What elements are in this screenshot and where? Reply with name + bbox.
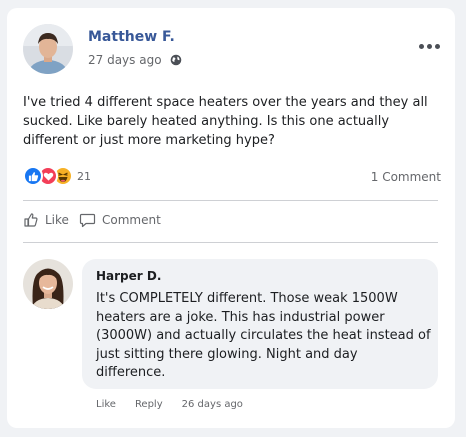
comment-actions: Like Reply 26 days ago	[96, 399, 243, 410]
divider	[23, 200, 438, 201]
comment-bubble: Harper D. It's COMPLETELY different. Tho…	[82, 259, 438, 389]
comment-button[interactable]: Comment	[79, 212, 161, 228]
comment-timestamp[interactable]: 26 days ago	[182, 399, 243, 410]
thumbs-up-icon	[24, 213, 38, 227]
comment-count[interactable]: 1 Comment	[371, 170, 441, 184]
post-meta: 27 days ago	[88, 53, 182, 67]
author-avatar[interactable]	[23, 24, 73, 74]
like-icon	[23, 166, 43, 186]
reactions-summary[interactable]: 21	[23, 166, 91, 186]
comment-label: Comment	[102, 213, 161, 227]
globe-icon	[170, 54, 182, 66]
commenter-avatar[interactable]	[23, 259, 73, 309]
post-timestamp[interactable]: 27 days ago	[88, 53, 162, 67]
reaction-count: 21	[77, 169, 91, 183]
commenter-name[interactable]: Harper D.	[96, 269, 161, 283]
more-dot-icon	[434, 43, 440, 49]
like-label: Like	[45, 213, 69, 227]
comment-reply-button[interactable]: Reply	[135, 399, 163, 410]
comment-icon	[79, 213, 96, 228]
post-card: Matthew F. 27 days ago I've tried 4 diff…	[7, 8, 455, 428]
divider	[23, 242, 438, 243]
comment-like-button[interactable]: Like	[96, 399, 116, 410]
more-options-button[interactable]	[417, 38, 441, 54]
comment-text: It's COMPLETELY different. Those weak 15…	[96, 291, 431, 380]
author-name[interactable]: Matthew F.	[88, 29, 175, 45]
more-dot-icon	[426, 43, 432, 49]
more-dot-icon	[418, 43, 424, 49]
like-button[interactable]: Like	[23, 212, 69, 228]
post-text: I've tried 4 different space heaters ove…	[23, 95, 428, 148]
